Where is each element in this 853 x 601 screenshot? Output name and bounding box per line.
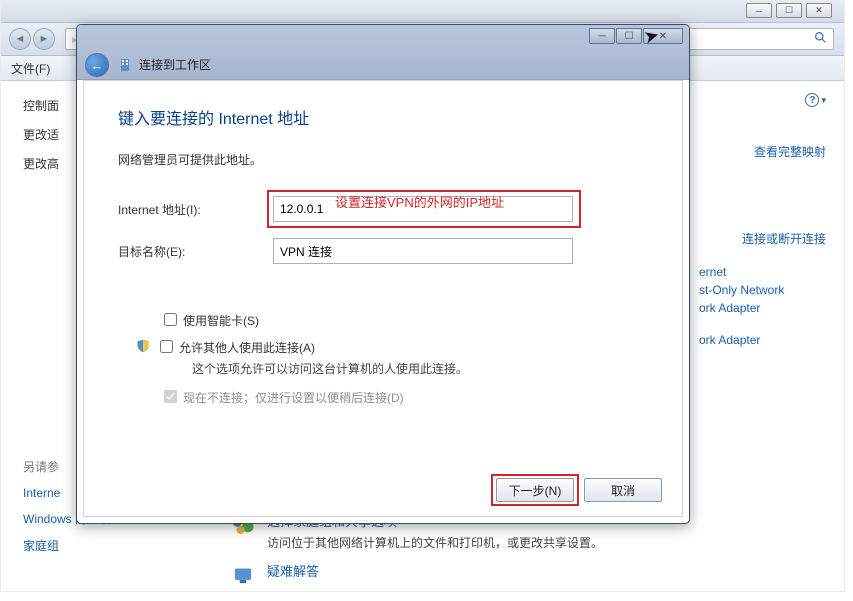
allow-others-checkbox[interactable] <box>160 340 173 353</box>
internet-address-row: Internet 地址(I): 设置连接VPN的外网的IP地址 <box>118 196 648 222</box>
dialog-title-area: 连接到工作区 <box>117 56 211 73</box>
internet-address-input[interactable] <box>273 196 573 222</box>
search-box[interactable] <box>679 28 834 50</box>
search-icon <box>814 31 827 47</box>
defer-checkbox-row: 现在不连接；仅进行设置以便稍后连接(D) <box>164 389 648 406</box>
destination-name-label: 目标名称(E): <box>118 243 273 260</box>
nav-back-button[interactable]: ◄ <box>9 28 31 50</box>
internet-address-label: Internet 地址(I): <box>118 201 273 218</box>
dialog-window-controls: ─ ☐ ✕ <box>588 28 683 44</box>
partial-text: ork Adapter <box>699 331 844 349</box>
dlg-back-button[interactable]: ← <box>85 53 109 77</box>
cancel-button[interactable]: 取消 <box>584 478 662 502</box>
workplace-icon <box>117 57 133 73</box>
defer-checkbox-label: 现在不连接；仅进行设置以便稍后连接(D) <box>183 389 404 406</box>
smartcard-checkbox[interactable] <box>164 313 177 326</box>
destination-name-input[interactable] <box>273 238 573 264</box>
partial-text: ork Adapter <box>699 299 844 317</box>
partial-text: ernet <box>699 263 844 281</box>
dialog-heading: 键入要连接的 Internet 地址 <box>118 105 648 129</box>
allow-others-checkbox-label: 允许其他人使用此连接(A) <box>179 339 315 356</box>
dlg-close-button[interactable]: ✕ <box>643 28 683 44</box>
chevron-down-icon[interactable]: ▾ <box>821 95 826 106</box>
menu-file[interactable]: 文件(F) <box>11 60 50 77</box>
smartcard-checkbox-row[interactable]: 使用智能卡(S) <box>164 312 648 329</box>
right-column: ? ▾ 查看完整映射 连接或断开连接 ernet st-Only Network… <box>699 81 844 349</box>
dialog-titlebar: ─ ☐ ✕ ← 连接到工作区 <box>77 25 689 80</box>
smartcard-checkbox-label: 使用智能卡(S) <box>183 312 259 329</box>
connect-workplace-dialog: ─ ☐ ✕ ← 连接到工作区 键入要连接的 Internet 地址 网络管理员可… <box>76 24 690 524</box>
mid-content: 选择家庭组和共享选项 访问位于其他网络计算机上的文件和打印机，或更改共享设置。 … <box>229 511 694 599</box>
task-desc: 访问位于其他网络计算机上的文件和打印机，或更改共享设置。 <box>267 534 603 551</box>
dialog-title: 连接到工作区 <box>139 56 211 73</box>
bg-window-controls: ─ ☐ ✕ <box>746 3 832 18</box>
task-row-troubleshoot[interactable]: 疑难解答 <box>229 561 694 589</box>
help-area: ? ▾ <box>699 93 844 107</box>
bg-maximize-button[interactable]: ☐ <box>776 3 802 18</box>
task-title: 疑难解答 <box>267 561 319 580</box>
nav-forward-button[interactable]: ► <box>33 28 55 50</box>
allow-others-desc: 这个选项允许可以访问这台计算机的人使用此连接。 <box>164 360 648 377</box>
connect-disconnect-link[interactable]: 连接或断开连接 <box>699 226 844 251</box>
sidebar-link-homegroup[interactable]: 家庭组 <box>23 532 196 559</box>
bg-titlebar: ─ ☐ ✕ <box>1 1 844 23</box>
dlg-maximize-button[interactable]: ☐ <box>616 28 642 44</box>
troubleshoot-icon <box>229 561 257 589</box>
allow-others-checkbox-row[interactable]: 允许其他人使用此连接(A) <box>136 339 648 356</box>
dialog-body: 键入要连接的 Internet 地址 网络管理员可提供此地址。 Internet… <box>83 80 683 517</box>
defer-checkbox <box>164 390 177 403</box>
view-map-link[interactable]: 查看完整映射 <box>699 139 844 164</box>
arrow-left-icon: ← <box>91 58 104 73</box>
dlg-minimize-button[interactable]: ─ <box>589 28 615 44</box>
help-icon[interactable]: ? <box>805 93 819 107</box>
bg-minimize-button[interactable]: ─ <box>746 3 772 18</box>
partial-text: st-Only Network <box>699 281 844 299</box>
bg-close-button[interactable]: ✕ <box>806 3 832 18</box>
destination-name-row: 目标名称(E): <box>118 238 648 264</box>
dialog-info-text: 网络管理员可提供此地址。 <box>118 151 648 168</box>
shield-icon <box>136 339 150 353</box>
dialog-footer: 下一步(N) 取消 <box>496 478 662 502</box>
next-button[interactable]: 下一步(N) <box>496 478 574 502</box>
